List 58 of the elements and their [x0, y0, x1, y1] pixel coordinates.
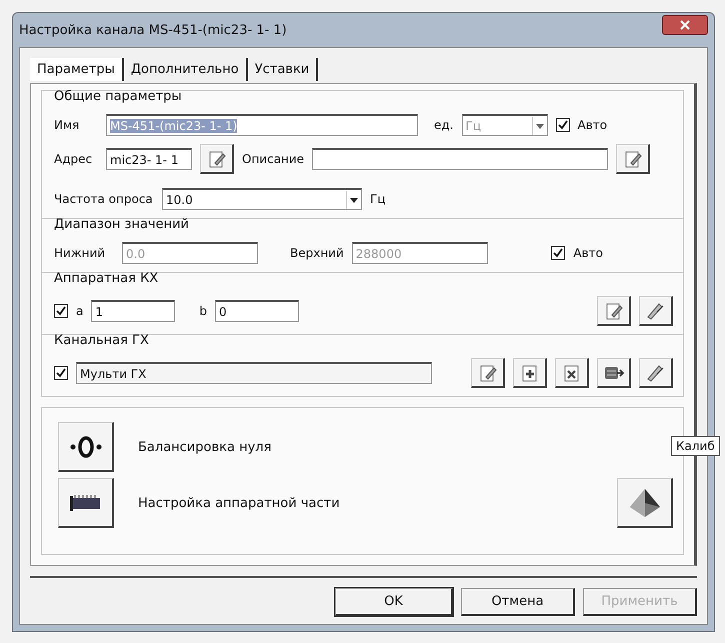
address-field[interactable]: mic23- 1- 1 [106, 148, 192, 170]
action-button[interactable] [58, 422, 114, 472]
field-label: a [76, 304, 84, 318]
tooltip: Калиб [671, 436, 720, 456]
checkbox-label: Авто [578, 118, 608, 132]
checkbox[interactable] [54, 366, 68, 380]
group-title: Канальная ГХ [54, 333, 150, 348]
balance-zero-icon [68, 434, 102, 458]
field-label: Частота опроса [54, 192, 154, 206]
action-label: Балансировка нуля [138, 440, 272, 454]
pyramid-icon [628, 486, 662, 518]
checkbox[interactable] [556, 118, 570, 132]
action-button[interactable] [58, 478, 114, 528]
edit-button[interactable] [471, 358, 505, 388]
unit-label: Гц [370, 192, 386, 206]
characteristic-field[interactable]: Мульти ГХ [76, 362, 432, 384]
export-button[interactable] [597, 358, 631, 388]
document-plus-icon [520, 362, 540, 382]
group-title: Диапазон значений [54, 217, 190, 232]
action-label: Настройка аппаратной части [138, 496, 340, 510]
calibrate-button[interactable] [639, 296, 673, 326]
coefficient-field[interactable]: 1 [91, 300, 176, 322]
document-cross-icon [562, 362, 582, 382]
document-pencil-icon [206, 148, 226, 168]
field-label: Имя [54, 118, 80, 132]
checkbox[interactable] [54, 304, 68, 318]
document-pencil-icon [604, 300, 624, 320]
document-pencil-icon [622, 148, 643, 168]
close-button[interactable] [662, 15, 708, 35]
edit-button[interactable] [597, 296, 631, 326]
window-title: Настройка канала MS-451-(mic23- 1- 1) [19, 22, 287, 38]
description-field[interactable] [312, 148, 608, 170]
field-label: Описание [242, 152, 304, 166]
pyramid-button[interactable] [617, 478, 673, 528]
dialog-button[interactable]: Отмена [461, 588, 575, 616]
dropdown-arrow-icon [532, 116, 546, 134]
edit-button[interactable] [616, 144, 650, 174]
edit-button[interactable] [200, 144, 234, 174]
document-pencil-icon [478, 362, 498, 382]
calibrate-button[interactable] [639, 358, 673, 388]
dropdown-arrow-icon [346, 190, 361, 208]
coefficient-field[interactable]: 0 [214, 300, 299, 322]
delete-button[interactable] [555, 358, 589, 388]
rate-dropdown[interactable]: 10.0 [162, 188, 362, 210]
group-title: Общие параметры [54, 89, 183, 104]
checkbox-label: Авто [573, 246, 603, 260]
field-label: Нижний [54, 246, 106, 260]
dialog-button[interactable]: OK [335, 588, 453, 616]
tab[interactable]: Дополнительно [124, 58, 248, 81]
field-label: Верхний [290, 246, 344, 260]
add-button[interactable] [513, 358, 547, 388]
tab[interactable]: Параметры [30, 58, 124, 81]
group-title: Аппаратная КХ [54, 271, 160, 286]
tab[interactable]: Уставки [248, 58, 318, 81]
field-label: b [199, 304, 207, 318]
close-icon [680, 20, 690, 30]
field-label: ед. [434, 118, 454, 132]
field-label: Адрес [54, 152, 94, 166]
